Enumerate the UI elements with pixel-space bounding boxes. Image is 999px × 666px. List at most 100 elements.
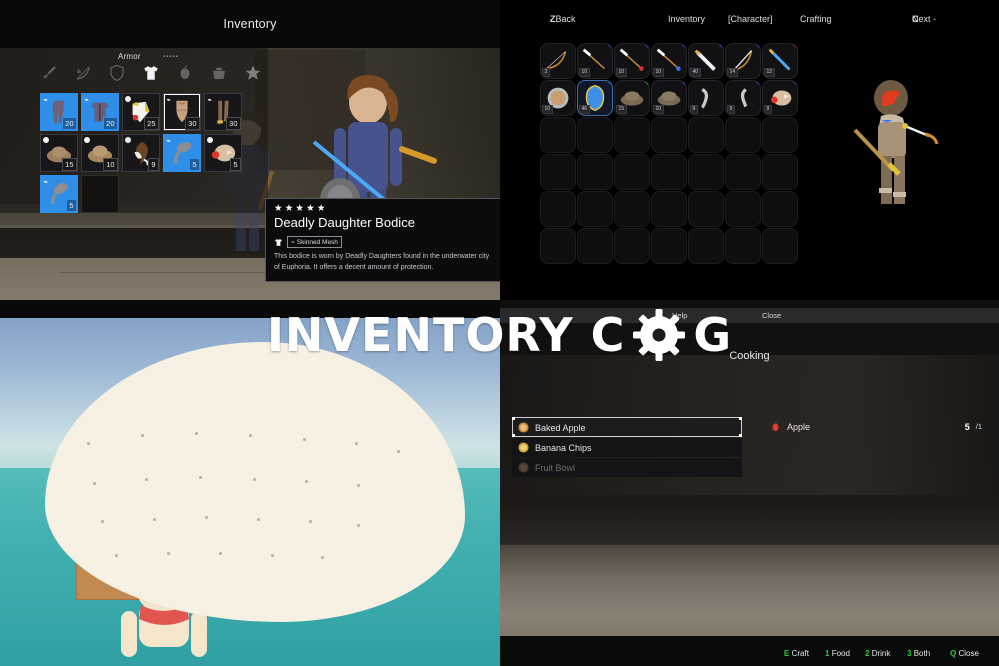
character-slot-empty[interactable]	[614, 191, 650, 227]
inventory-slot-selected[interactable]: ⌁ 30	[163, 93, 201, 131]
character-slot-empty[interactable]	[688, 117, 724, 153]
character-slot-empty[interactable]	[540, 117, 576, 153]
character-slot-empty[interactable]	[540, 228, 576, 264]
tab-favourites[interactable]	[242, 62, 263, 83]
character-slot-empty[interactable]	[725, 154, 761, 190]
character-slot[interactable]: 10	[577, 43, 613, 79]
character-slot[interactable]: 10	[651, 80, 687, 116]
character-slot-empty[interactable]	[688, 228, 724, 264]
character-slot[interactable]: 10	[651, 43, 687, 79]
slot-badge: 9	[727, 105, 735, 114]
rarity-flag	[792, 81, 797, 86]
tab-weapons[interactable]	[38, 62, 59, 83]
hotkey-drink[interactable]: 2 Drink	[865, 649, 890, 658]
character-slot-empty[interactable]	[762, 154, 798, 190]
fruit-bowl-icon	[518, 462, 529, 473]
inventory-slot[interactable]: 5	[204, 134, 242, 172]
tab-containers[interactable]	[208, 62, 229, 83]
shirt-icon	[143, 65, 158, 80]
nav-tab-inventory[interactable]: Inventory	[668, 14, 705, 24]
hotkey-close[interactable]: Q Close	[950, 649, 979, 658]
character-slot-empty[interactable]	[651, 154, 687, 190]
character-slot[interactable]: 14	[725, 43, 761, 79]
sword-icon	[42, 65, 56, 79]
character-slot-empty[interactable]	[762, 117, 798, 153]
nav-tab-crafting[interactable]: Crafting	[800, 14, 832, 24]
character-slot-empty[interactable]	[725, 191, 761, 227]
character-slot[interactable]: 3	[540, 43, 576, 79]
character-slot-selected[interactable]: 46	[577, 80, 613, 116]
inventory-title-bar: Inventory	[0, 0, 500, 48]
inventory-slot[interactable]: ⌁ 5	[163, 134, 201, 172]
character-slot[interactable]: 9	[725, 80, 761, 116]
character-slot-empty[interactable]	[577, 154, 613, 190]
slot-quantity: 30	[184, 116, 200, 130]
inventory-slot-empty[interactable]	[81, 175, 119, 213]
tooltip-title: Deadly Daughter Bodice	[274, 215, 415, 230]
tab-food[interactable]	[174, 62, 195, 83]
crafting-topbar: Help Close	[500, 308, 999, 323]
character-nav: Z - Back Inventory [Character] Crafting …	[500, 14, 999, 32]
rarity-flag	[607, 81, 612, 86]
rarity-stars: ★★★★★	[274, 203, 328, 214]
character-slot[interactable]: 15	[614, 80, 650, 116]
component-row-apple: Apple 5 /1	[760, 417, 990, 436]
help-button[interactable]: Help	[672, 311, 687, 320]
character-slot-empty[interactable]	[762, 191, 798, 227]
character-slot[interactable]: 9	[688, 80, 724, 116]
hotkey-craft[interactable]: E Craft	[784, 649, 809, 658]
character-slot-empty[interactable]	[688, 154, 724, 190]
inventory-slot[interactable]: 15	[40, 134, 78, 172]
inventory-slot[interactable]: 25	[122, 93, 160, 131]
slot-quantity: 5	[65, 198, 77, 212]
slot-badge: 10	[653, 105, 664, 114]
character-slot-empty[interactable]	[651, 191, 687, 227]
character-slot-empty[interactable]	[725, 228, 761, 264]
character-slot-empty[interactable]	[540, 154, 576, 190]
inventory-slot[interactable]: 9	[122, 134, 160, 172]
character-slot[interactable]: 10	[540, 80, 576, 116]
character-slot[interactable]: 12	[762, 43, 798, 79]
character-slot-empty[interactable]	[688, 191, 724, 227]
character-slot-empty[interactable]	[762, 228, 798, 264]
tab-shields[interactable]	[106, 62, 127, 83]
inventory-tabs	[38, 62, 263, 83]
nav-tab-character[interactable]: [Character]	[728, 14, 773, 24]
character-slot-empty[interactable]	[651, 228, 687, 264]
slot-badge: 9	[764, 105, 772, 114]
recipe-row-fruit-bowl[interactable]: Fruit Bowl	[512, 458, 742, 477]
inventory-slot[interactable]: ⌁ 20	[40, 93, 78, 131]
tab-ranged[interactable]	[72, 62, 93, 83]
character-slot-empty[interactable]	[577, 191, 613, 227]
crafting-subtitle: Cooking	[729, 350, 770, 362]
character-slot-empty[interactable]	[614, 228, 650, 264]
character-slot-empty[interactable]	[614, 154, 650, 190]
character-slot-empty[interactable]	[577, 228, 613, 264]
recipe-row-banana-chips[interactable]: Banana Chips	[512, 438, 742, 457]
tooltip-chip: ⌁ Skinned Mesh	[287, 236, 342, 248]
hotkey-both[interactable]: 3 Both	[907, 649, 930, 658]
inventory-slot[interactable]: ⌁ 5	[40, 175, 78, 213]
hotkey-food[interactable]: 1 Food	[825, 649, 850, 658]
pot-icon	[212, 67, 225, 79]
component-have: 5	[964, 421, 970, 432]
character-slot[interactable]: 10	[614, 43, 650, 79]
character-slot-empty[interactable]	[651, 117, 687, 153]
close-button[interactable]: Close	[762, 311, 781, 320]
slot-quantity: 10	[102, 157, 118, 171]
character-slot[interactable]: 40	[688, 43, 724, 79]
banana-chips-icon	[518, 442, 529, 453]
character-slot-empty[interactable]	[614, 117, 650, 153]
inventory-slot[interactable]: ⌁ 20	[81, 93, 119, 131]
recipe-label: Fruit Bowl	[535, 462, 576, 473]
tab-armor[interactable]	[140, 62, 161, 83]
character-slot-empty[interactable]	[725, 117, 761, 153]
character-slot-empty[interactable]	[577, 117, 613, 153]
slot-quantity: 15	[61, 157, 77, 171]
character-slot[interactable]: 9	[762, 80, 798, 116]
inventory-slot[interactable]: 10	[81, 134, 119, 172]
character-slot-empty[interactable]	[540, 191, 576, 227]
active-tab-label: Armor	[118, 52, 141, 61]
inventory-slot[interactable]: ⌁ 30	[204, 93, 242, 131]
character-panel: Z - Back Inventory [Character] Crafting …	[500, 0, 999, 300]
